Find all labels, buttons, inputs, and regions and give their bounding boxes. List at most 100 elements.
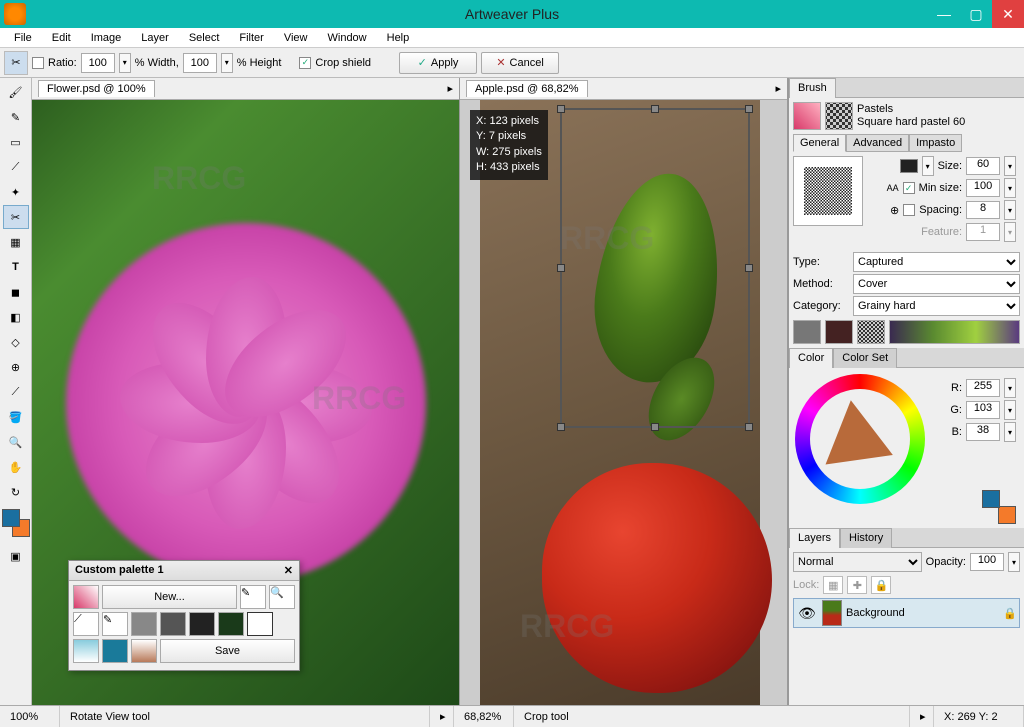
- brush-preview[interactable]: [793, 156, 863, 226]
- g-input[interactable]: 103: [966, 401, 1000, 419]
- eyedropper-tool-icon[interactable]: ⟋: [3, 380, 29, 404]
- palette-tool-icon[interactable]: ✎: [240, 585, 266, 609]
- hand-tool-icon[interactable]: ✋: [3, 455, 29, 479]
- palette-swatch[interactable]: ⟋: [73, 612, 99, 636]
- feature-input[interactable]: 1: [966, 223, 1000, 241]
- brush-tool-icon[interactable]: 🖌: [3, 80, 29, 104]
- menu-select[interactable]: Select: [179, 30, 230, 46]
- menu-file[interactable]: File: [4, 30, 42, 46]
- lock-all-icon[interactable]: 🔒: [871, 576, 891, 594]
- r-input[interactable]: 255: [966, 379, 1000, 397]
- fg-color[interactable]: [982, 490, 1000, 508]
- cancel-button[interactable]: ✕Cancel: [481, 52, 559, 74]
- close-button[interactable]: ✕: [992, 0, 1024, 28]
- fill-tool-icon[interactable]: 🪣: [3, 405, 29, 429]
- palette-swatch[interactable]: [189, 612, 215, 636]
- aa-checkbox[interactable]: ✓: [903, 182, 915, 194]
- b-input[interactable]: 38: [966, 423, 1000, 441]
- menu-view[interactable]: View: [274, 30, 318, 46]
- brush-type-select[interactable]: Captured: [853, 252, 1020, 272]
- minimize-button[interactable]: —: [928, 0, 960, 28]
- lasso-tool-icon[interactable]: ⟋: [3, 155, 29, 179]
- palette-swatch[interactable]: [218, 612, 244, 636]
- palette-save-button[interactable]: Save: [160, 639, 295, 663]
- eraser-tool-icon[interactable]: ◇: [3, 330, 29, 354]
- texture-swatch[interactable]: [793, 320, 821, 344]
- menu-image[interactable]: Image: [81, 30, 132, 46]
- palette-swatch[interactable]: [131, 639, 157, 663]
- crop-tool-icon[interactable]: ✂: [3, 205, 29, 229]
- layers-panel-tab[interactable]: Layers: [789, 528, 840, 548]
- width-input[interactable]: 100: [81, 53, 115, 73]
- pencil-tool-icon[interactable]: ✎: [3, 105, 29, 129]
- palette-swatch[interactable]: [247, 612, 273, 636]
- size-input[interactable]: 60: [966, 157, 1000, 175]
- menu-edit[interactable]: Edit: [42, 30, 81, 46]
- shape-tool-icon[interactable]: ◼: [3, 280, 29, 304]
- color-triangle[interactable]: [817, 396, 893, 465]
- brush-shape-icon[interactable]: [900, 159, 918, 173]
- history-tab[interactable]: History: [840, 528, 892, 548]
- height-dropdown[interactable]: ▾: [221, 53, 233, 73]
- doc-tab-apple[interactable]: Apple.psd @ 68,82%: [466, 80, 588, 97]
- marquee-tool-icon[interactable]: ▭: [3, 130, 29, 154]
- color-panel-tab[interactable]: Color: [789, 348, 833, 368]
- foreground-color-swatch[interactable]: [2, 509, 20, 527]
- texture-swatch[interactable]: [825, 320, 853, 344]
- status-icon[interactable]: ▸: [430, 706, 454, 727]
- crop-selection[interactable]: [560, 108, 750, 428]
- palette-swatch[interactable]: ✎: [102, 612, 128, 636]
- view-mode-icon[interactable]: ▣: [3, 544, 29, 568]
- palette-zoom-icon[interactable]: 🔍: [269, 585, 295, 609]
- color-swatches[interactable]: [2, 509, 30, 537]
- stamp-tool-icon[interactable]: ⊕: [3, 355, 29, 379]
- menu-window[interactable]: Window: [318, 30, 377, 46]
- brush-panel-tab[interactable]: Brush: [789, 78, 836, 98]
- height-input[interactable]: 100: [183, 53, 217, 73]
- shape-dropdown[interactable]: ▾: [922, 156, 934, 176]
- current-tool-icon[interactable]: ✂: [4, 51, 28, 75]
- layer-visibility-icon[interactable]: 👁: [796, 605, 818, 622]
- custom-palette[interactable]: Custom palette 1✕ New... ✎ 🔍 ⟋ ✎: [68, 560, 300, 671]
- apply-button[interactable]: ✓Apply: [399, 52, 477, 74]
- maximize-button[interactable]: ▢: [960, 0, 992, 28]
- opacity-input[interactable]: 100: [970, 553, 1004, 571]
- brush-tab-general[interactable]: General: [793, 134, 846, 152]
- text-tool-icon[interactable]: T: [3, 255, 29, 279]
- palette-swatch[interactable]: [160, 612, 186, 636]
- doc-menu-icon[interactable]: ▸: [775, 82, 781, 95]
- brush-tab-impasto[interactable]: Impasto: [909, 134, 962, 152]
- perspective-tool-icon[interactable]: ▦: [3, 230, 29, 254]
- custom-palette-close-icon[interactable]: ✕: [284, 564, 293, 577]
- gradient-tool-icon[interactable]: ◧: [3, 305, 29, 329]
- spacing-input[interactable]: 8: [966, 201, 1000, 219]
- gradient-swatch[interactable]: [889, 320, 1020, 344]
- palette-new-button[interactable]: New...: [102, 585, 237, 609]
- menu-layer[interactable]: Layer: [131, 30, 179, 46]
- menu-filter[interactable]: Filter: [229, 30, 273, 46]
- blend-mode-select[interactable]: Normal: [793, 552, 922, 572]
- doc-tab-flower[interactable]: Flower.psd @ 100%: [38, 80, 155, 97]
- crop-shield-checkbox[interactable]: ✓: [299, 57, 311, 69]
- palette-swatch[interactable]: [73, 639, 99, 663]
- status-zoom-left[interactable]: 100%: [0, 706, 60, 727]
- colorset-tab[interactable]: Color Set: [833, 348, 897, 368]
- lock-position-icon[interactable]: ✚: [847, 576, 867, 594]
- menu-help[interactable]: Help: [377, 30, 420, 46]
- bg-color[interactable]: [998, 506, 1016, 524]
- palette-brush-icon[interactable]: [73, 585, 99, 609]
- spacing-checkbox[interactable]: [903, 204, 915, 216]
- brush-method-select[interactable]: Cover: [853, 274, 1020, 294]
- wand-tool-icon[interactable]: ✦: [3, 180, 29, 204]
- width-dropdown[interactable]: ▾: [119, 53, 131, 73]
- layer-row-background[interactable]: 👁 Background 🔒: [793, 598, 1020, 628]
- rotate-tool-icon[interactable]: ↻: [3, 480, 29, 504]
- palette-swatch[interactable]: [102, 639, 128, 663]
- minsize-input[interactable]: 100: [966, 179, 1000, 197]
- zoom-tool-icon[interactable]: 🔍: [3, 430, 29, 454]
- lock-pixels-icon[interactable]: ▦: [823, 576, 843, 594]
- palette-swatch[interactable]: [131, 612, 157, 636]
- status-zoom-right[interactable]: 68,82%: [454, 706, 514, 727]
- brush-texture-icon[interactable]: [825, 102, 853, 130]
- ratio-checkbox[interactable]: [32, 57, 44, 69]
